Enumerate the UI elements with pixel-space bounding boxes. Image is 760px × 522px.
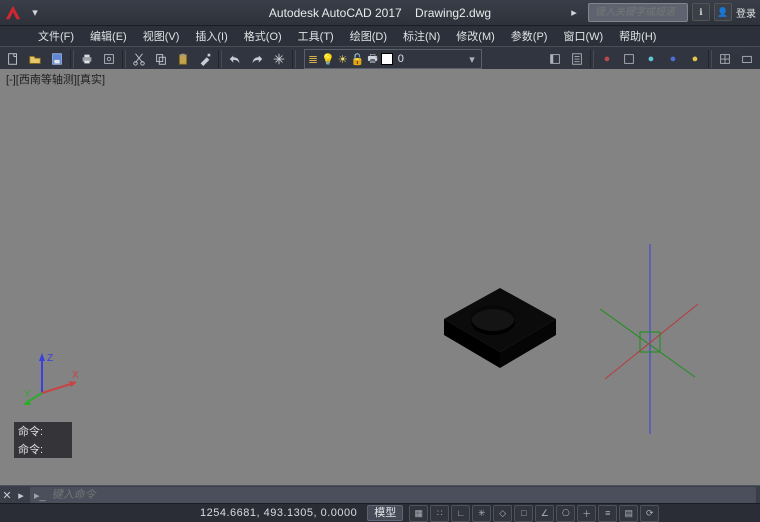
menu-file[interactable]: 文件(F) xyxy=(30,26,82,46)
command-input-wrap[interactable]: ▸_ xyxy=(30,487,756,503)
undo-icon[interactable] xyxy=(224,49,246,69)
render-blue-icon[interactable]: ● xyxy=(662,49,684,69)
layer-color-swatch xyxy=(381,53,393,65)
chevron-right-icon[interactable]: ▸ xyxy=(14,489,28,502)
paste-icon[interactable] xyxy=(172,49,194,69)
menu-insert[interactable]: 插入(I) xyxy=(187,26,235,46)
command-history-line: 命令: xyxy=(14,422,72,440)
viewport-label[interactable]: [-][西南等轴测][真实] xyxy=(6,71,105,87)
save-icon[interactable] xyxy=(46,49,68,69)
menu-dimension[interactable]: 标注(N) xyxy=(395,26,448,46)
visual-styles-icon[interactable] xyxy=(618,49,640,69)
open-icon[interactable] xyxy=(24,49,46,69)
layer-stack-icon: ≣ xyxy=(308,52,318,66)
hide-icon[interactable] xyxy=(736,49,758,69)
render-yellow-icon[interactable]: ● xyxy=(684,49,706,69)
isodraft-icon[interactable]: ◇ xyxy=(493,505,512,522)
drawing-canvas[interactable]: [-][西南等轴测][真实] Z X xyxy=(0,69,760,486)
status-bar: 1254.6681, 493.1305, 0.0000 模型 ▦ ∷ ∟ ✳ ◇… xyxy=(0,503,760,522)
command-input[interactable] xyxy=(50,488,752,502)
menu-window[interactable]: 窗口(W) xyxy=(555,26,611,46)
new-icon[interactable] xyxy=(2,49,24,69)
infocenter-button[interactable]: ℹ xyxy=(692,3,710,21)
osnap-icon[interactable]: □ xyxy=(514,505,533,522)
menu-draw[interactable]: 绘图(D) xyxy=(342,26,395,46)
menu-view[interactable]: 视图(V) xyxy=(135,26,188,46)
menu-parametric[interactable]: 参数(P) xyxy=(503,26,556,46)
title-bar: ▾ Autodesk AutoCAD 2017 Drawing2.dwg ▸ ℹ… xyxy=(0,0,760,25)
model-solid xyxy=(438,282,568,381)
sun-icon: ☀ xyxy=(338,53,348,66)
bulb-icon: 💡 xyxy=(321,53,335,66)
ucs-x-label: X xyxy=(72,370,79,381)
autocad-window: { "title": { "app": "Autodesk AutoCAD 20… xyxy=(0,0,760,522)
print-icon[interactable] xyxy=(76,49,98,69)
model-tab[interactable]: 模型 xyxy=(367,505,403,521)
lineweight-icon[interactable]: ≡ xyxy=(598,505,617,522)
grid-icon[interactable]: ▦ xyxy=(409,505,428,522)
dynamic-input-icon[interactable]: ＋ xyxy=(577,505,596,522)
menu-modify[interactable]: 修改(M) xyxy=(448,26,503,46)
dynamic-ucs-icon[interactable]: ⎔ xyxy=(556,505,575,522)
help-search-input[interactable] xyxy=(593,6,731,19)
sign-in-label[interactable]: 登录 xyxy=(736,5,756,20)
layer-name: 0 xyxy=(396,53,463,65)
close-icon[interactable]: ✕ xyxy=(0,489,14,502)
chevron-down-icon[interactable]: ▾ xyxy=(466,53,478,66)
app-name: Autodesk AutoCAD 2017 xyxy=(269,6,402,20)
ortho-icon[interactable]: ∟ xyxy=(451,505,470,522)
layout-icon[interactable] xyxy=(714,49,736,69)
viewport-controls[interactable]: [-][西南等轴测][真实] xyxy=(6,71,105,87)
cut-icon[interactable] xyxy=(128,49,150,69)
object-track-icon[interactable]: ∠ xyxy=(535,505,554,522)
properties-icon[interactable] xyxy=(566,49,588,69)
menu-help[interactable]: 帮助(H) xyxy=(611,26,664,46)
document-name: Drawing2.dwg xyxy=(415,6,491,20)
sphere-icon[interactable]: ● xyxy=(596,49,618,69)
render-cyan-icon[interactable]: ● xyxy=(640,49,662,69)
command-history: 命令: 命令: xyxy=(14,422,72,458)
copy-icon[interactable] xyxy=(150,49,172,69)
menu-edit[interactable]: 编辑(E) xyxy=(82,26,135,46)
palette-icon[interactable] xyxy=(544,49,566,69)
ucs-icon[interactable]: Z X Y xyxy=(22,351,84,416)
sign-in-avatar-icon[interactable]: 👤 xyxy=(714,3,732,21)
plot-preview-icon[interactable] xyxy=(98,49,120,69)
ucs-z-label: Z xyxy=(47,353,53,364)
polar-icon[interactable]: ✳ xyxy=(472,505,491,522)
pan-icon[interactable] xyxy=(268,49,290,69)
redo-icon[interactable] xyxy=(246,49,268,69)
qat-dropdown-icon[interactable]: ▾ xyxy=(25,3,45,23)
match-properties-icon[interactable] xyxy=(194,49,216,69)
command-prompt-icon: ▸_ xyxy=(34,489,46,502)
lock-icon: 🔓 xyxy=(351,53,365,66)
transparency-icon[interactable]: ▤ xyxy=(619,505,638,522)
help-search[interactable] xyxy=(588,3,688,22)
app-logo[interactable] xyxy=(4,4,22,22)
menu-tools[interactable]: 工具(T) xyxy=(290,26,342,46)
command-history-line: 命令: xyxy=(14,440,72,458)
coordinates-readout[interactable]: 1254.6681, 493.1305, 0.0000 xyxy=(200,507,357,519)
snap-mode-icon[interactable]: ∷ xyxy=(430,505,449,522)
selection-cycling-icon[interactable]: ⟳ xyxy=(640,505,659,522)
print-layer-icon: 🖶 xyxy=(367,50,377,69)
command-bar: ✕ ▸ ▸_ xyxy=(0,485,760,504)
menu-format[interactable]: 格式(O) xyxy=(236,26,290,46)
layer-control[interactable]: ≣ 💡 ☀ 🔓 🖶 0 ▾ xyxy=(304,49,482,69)
menu-bar: 文件(F) 编辑(E) 视图(V) 插入(I) 格式(O) 工具(T) 绘图(D… xyxy=(0,25,760,46)
ucs-y-label: Y xyxy=(24,389,31,400)
window-title: Autodesk AutoCAD 2017 Drawing2.dwg xyxy=(269,6,491,20)
chevron-right-icon[interactable]: ▸ xyxy=(564,2,584,22)
